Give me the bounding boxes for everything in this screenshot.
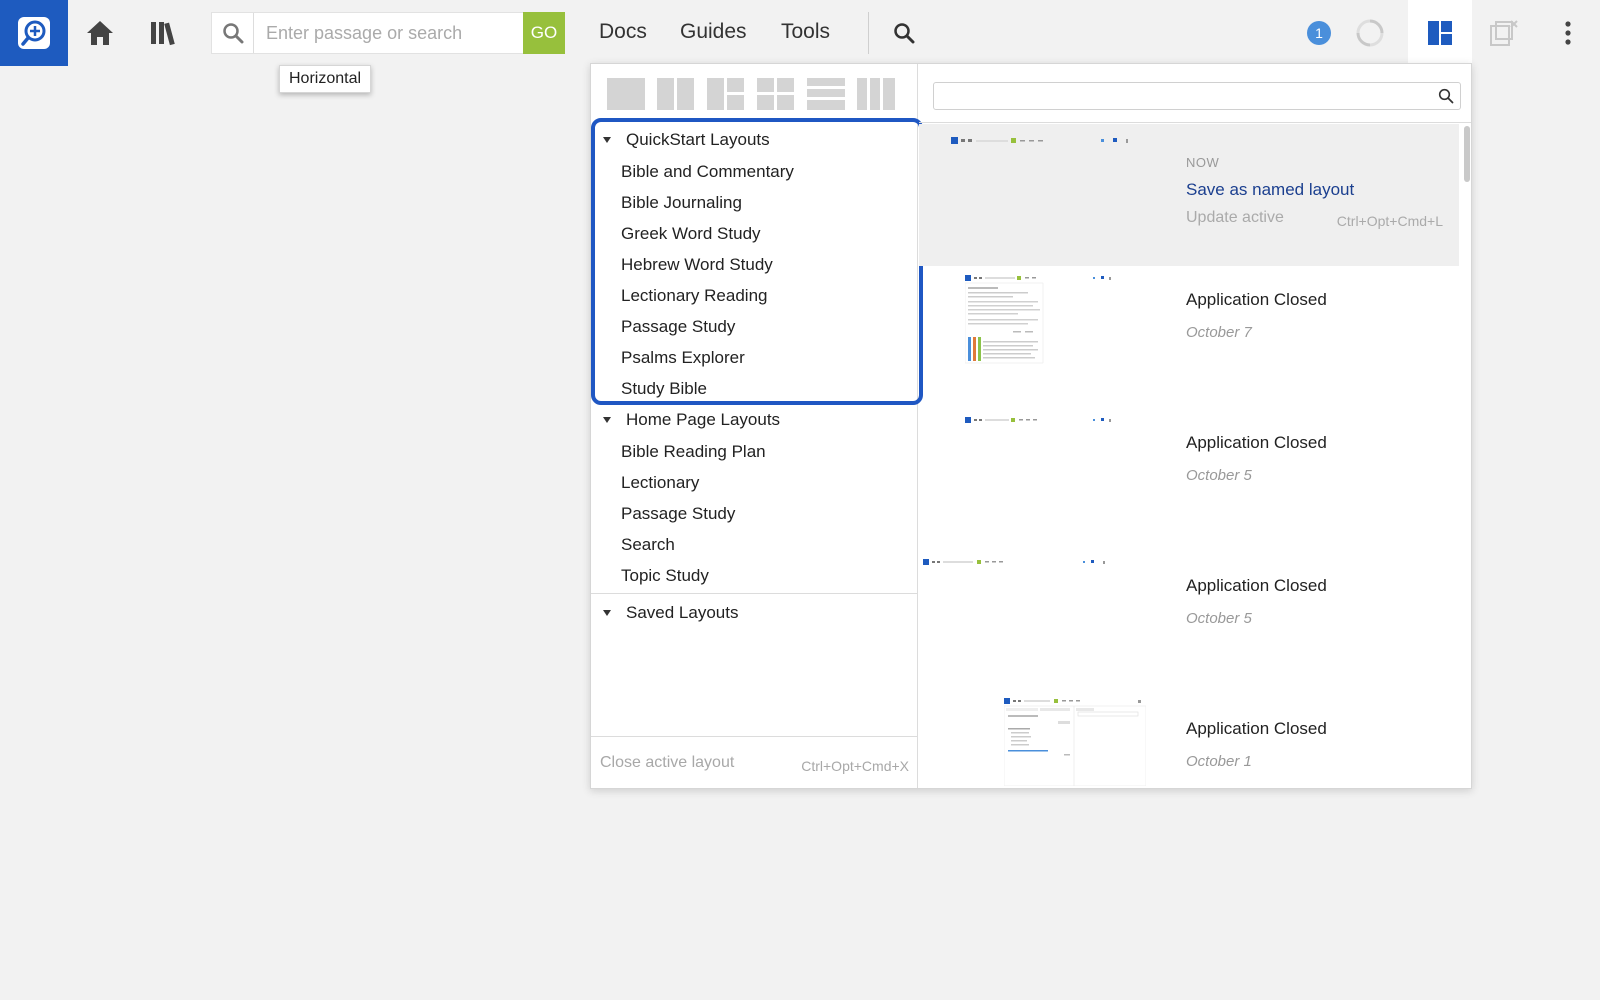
layout-history-column: NOW Save as named layout Update active C… xyxy=(919,64,1471,788)
search-icon xyxy=(1438,88,1454,104)
group-title: QuickStart Layouts xyxy=(626,130,770,149)
sync-icon xyxy=(1356,19,1384,47)
two-column-layout-icon[interactable] xyxy=(657,78,695,110)
entry-date: October 5 xyxy=(1186,610,1252,627)
group-title: Home Page Layouts xyxy=(626,410,781,429)
footer-divider xyxy=(591,736,917,737)
layout-thumbnail xyxy=(951,137,1128,144)
scrollbar-thumb[interactable] xyxy=(1464,126,1470,182)
group-home-page-layouts[interactable]: Home Page Layouts xyxy=(591,404,917,436)
group-quickstart-layouts[interactable]: QuickStart Layouts xyxy=(591,124,917,156)
entry-title: Application Closed xyxy=(1186,433,1327,452)
three-pane-layout-icon[interactable] xyxy=(707,78,745,110)
close-active-layout-button[interactable]: Close active layout xyxy=(600,754,734,772)
tooltip: Horizontal xyxy=(279,65,372,93)
layout-item[interactable]: Greek Word Study xyxy=(591,218,917,249)
layout-history-entry[interactable]: Application Closed October 7 xyxy=(919,267,1459,409)
layout-item[interactable]: Topic Study xyxy=(591,560,917,591)
logos-logo-button[interactable] xyxy=(0,0,68,66)
docs-menu[interactable]: Docs xyxy=(599,20,647,44)
collapse-triangle-icon xyxy=(603,417,611,423)
home-button[interactable] xyxy=(80,13,120,53)
search-icon xyxy=(212,13,254,53)
layout-item[interactable]: Psalms Explorer xyxy=(591,342,917,373)
notification-badge[interactable]: 1 xyxy=(1307,21,1331,45)
layout-thumbnail xyxy=(965,417,1111,423)
layout-thumbnail xyxy=(965,275,1111,364)
layout-item[interactable]: Bible and Commentary xyxy=(591,156,917,187)
entry-date: October 5 xyxy=(1186,467,1252,484)
layout-item[interactable]: Hebrew Word Study xyxy=(591,249,917,280)
vertical-layout-icon[interactable] xyxy=(857,78,895,110)
close-panels-icon xyxy=(1490,20,1518,46)
collapse-triangle-icon xyxy=(603,137,611,143)
layout-grid-options xyxy=(607,78,895,110)
tools-menu[interactable]: Tools xyxy=(781,20,830,44)
logos-logo-icon xyxy=(18,17,50,49)
update-active-shortcut: Ctrl+Opt+Cmd+L xyxy=(1336,213,1443,229)
toolbar-divider xyxy=(868,12,869,54)
layout-thumbnail xyxy=(923,559,1105,565)
entry-date: October 1 xyxy=(1186,753,1252,770)
layout-history-entry[interactable]: Application Closed October 5 xyxy=(919,553,1459,695)
more-menu-button[interactable] xyxy=(1548,13,1588,53)
single-layout-icon[interactable] xyxy=(607,78,645,110)
entry-title: Application Closed xyxy=(1186,719,1327,738)
layouts-icon xyxy=(1428,21,1452,45)
layout-item[interactable]: Lectionary xyxy=(591,467,917,498)
four-pane-layout-icon[interactable] xyxy=(757,78,795,110)
layout-filter-input[interactable] xyxy=(933,82,1461,110)
layouts-panel: QuickStart Layouts Bible and Commentary … xyxy=(590,63,1472,789)
close-active-shortcut: Ctrl+Opt+Cmd+X xyxy=(801,758,909,774)
now-label: NOW xyxy=(1186,155,1220,170)
search-icon xyxy=(894,23,915,44)
layout-item[interactable]: Study Bible xyxy=(591,373,917,404)
passage-search-box: GO xyxy=(211,12,565,54)
layout-history-entry[interactable]: Application Closed October 1 xyxy=(919,696,1459,786)
update-active-button[interactable]: Update active xyxy=(1186,209,1284,227)
top-toolbar: GO Docs Guides Tools 1 xyxy=(0,0,1600,66)
go-button[interactable]: GO xyxy=(523,12,565,54)
layout-thumbnail xyxy=(1004,698,1146,786)
guides-menu[interactable]: Guides xyxy=(680,20,747,44)
layout-item[interactable]: Bible Reading Plan xyxy=(591,436,917,467)
layout-item[interactable]: Bible Journaling xyxy=(591,187,917,218)
group-divider xyxy=(591,593,917,594)
layout-history-entry[interactable]: Application Closed October 5 xyxy=(919,410,1459,552)
entry-title: Application Closed xyxy=(1186,576,1327,595)
library-button[interactable] xyxy=(144,13,184,53)
passage-search-input[interactable] xyxy=(254,13,523,53)
entry-date: October 7 xyxy=(1186,324,1252,341)
layout-item[interactable]: Lectionary Reading xyxy=(591,280,917,311)
entry-title: Application Closed xyxy=(1186,290,1327,309)
layouts-tree: QuickStart Layouts Bible and Commentary … xyxy=(591,124,917,629)
home-icon xyxy=(87,21,113,45)
global-search-button[interactable] xyxy=(884,13,924,53)
sync-button[interactable] xyxy=(1350,13,1390,53)
layouts-button[interactable] xyxy=(1408,0,1472,66)
group-saved-layouts[interactable]: Saved Layouts xyxy=(591,597,917,629)
filter-divider xyxy=(919,122,1471,123)
more-vertical-icon xyxy=(1565,21,1571,45)
group-title: Saved Layouts xyxy=(626,603,739,622)
horizontal-layout-icon[interactable] xyxy=(807,78,845,110)
layout-item[interactable]: Passage Study xyxy=(591,498,917,529)
save-as-named-layout-link[interactable]: Save as named layout xyxy=(1186,180,1354,200)
layout-item[interactable]: Search xyxy=(591,529,917,560)
layout-item[interactable]: Passage Study xyxy=(591,311,917,342)
collapse-triangle-icon xyxy=(603,610,611,616)
library-icon xyxy=(151,22,175,46)
layouts-list-column: QuickStart Layouts Bible and Commentary … xyxy=(591,64,923,788)
current-layout-entry: NOW Save as named layout Update active C… xyxy=(919,124,1459,266)
close-panels-button[interactable] xyxy=(1484,13,1524,53)
